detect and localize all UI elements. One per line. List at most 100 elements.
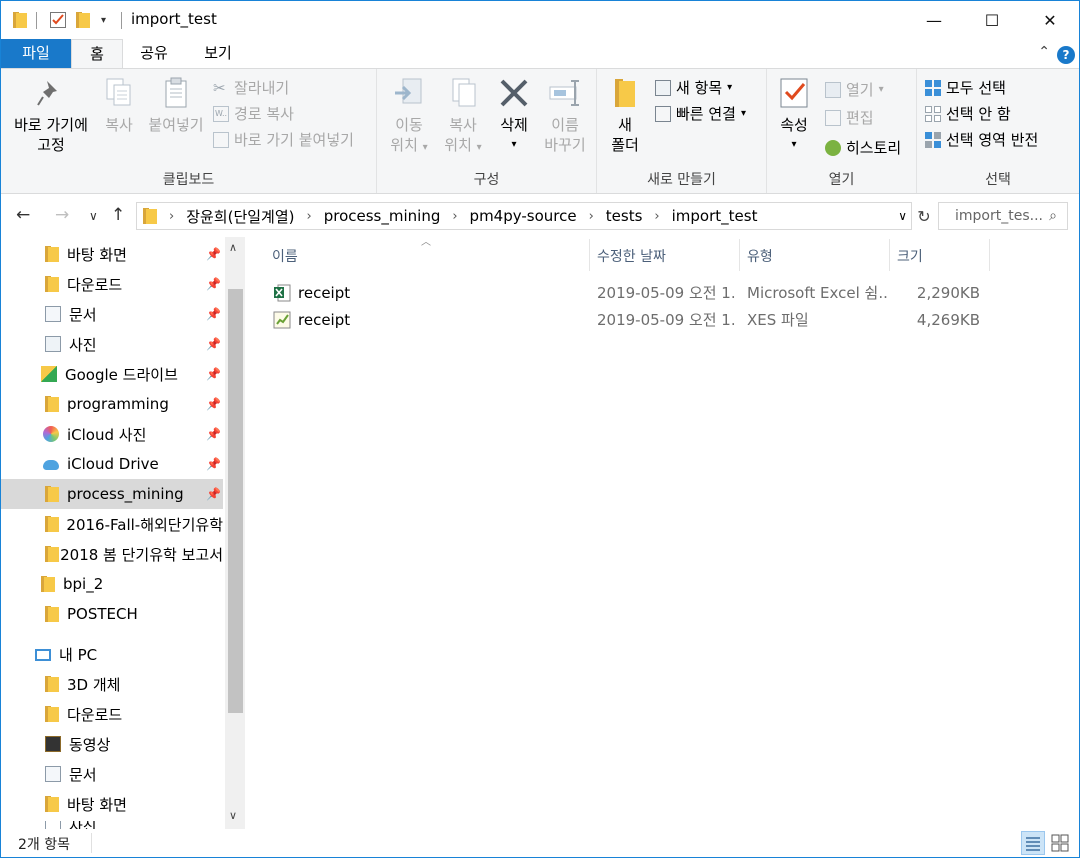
nav-item-postech[interactable]: POSTECH (1, 599, 223, 629)
file-row[interactable]: receipt 2019-05-09 오전 1... Microsoft Exc… (263, 280, 993, 307)
nav-item-pc-pictures[interactable]: 사진 (1, 821, 223, 829)
nav-item-pictures[interactable]: 사진 (1, 329, 223, 359)
pin-icon[interactable]: 📌 (206, 337, 221, 351)
nav-item-desktop[interactable]: 바탕 화면 (1, 239, 223, 269)
collapse-ribbon-icon[interactable]: ⌃ (1038, 44, 1050, 60)
new-group: 새 폴더 새 항목 ▾ 빠른 연결 ▾ 새로 만들기 (597, 69, 767, 193)
pin-icon[interactable]: 📌 (206, 277, 221, 291)
help-icon[interactable]: ? (1057, 46, 1075, 64)
nav-item-icloud-photos[interactable]: iCloud 사진 (1, 419, 223, 449)
nav-item-bpi-2[interactable]: bpi_2 (1, 569, 223, 599)
address-bar[interactable]: › 장윤희(단일계열) › process_mining › pm4py-sou… (136, 202, 912, 230)
chevron-right-icon[interactable]: › (654, 209, 659, 224)
refresh-icon[interactable]: ↻ (913, 202, 935, 230)
pin-icon[interactable]: 📌 (206, 367, 221, 381)
copy-path-button[interactable]: W.. 경로 복사 (213, 103, 294, 125)
computer-icon (35, 649, 51, 661)
pin-icon[interactable]: 📌 (206, 487, 221, 501)
pin-icon[interactable]: 📌 (206, 427, 221, 441)
nav-item-programming[interactable]: programming (1, 389, 223, 419)
new-folder-button[interactable]: 새 폴더 (603, 75, 647, 155)
tab-share[interactable]: 공유 (125, 39, 183, 68)
new-item-button[interactable]: 새 항목 ▾ (655, 77, 732, 99)
title-bar: ▾ import_test — ☐ ✕ (1, 1, 1079, 39)
pin-icon[interactable]: 📌 (206, 457, 221, 471)
scroll-up-icon[interactable]: ∧ (229, 241, 237, 254)
copy-to-button[interactable]: 복사 위치 ▾ (435, 75, 491, 158)
delete-button[interactable]: 삭제 ▾ (491, 75, 537, 155)
address-dropdown-icon[interactable]: ∨ (898, 209, 907, 223)
chevron-right-icon[interactable]: › (589, 209, 594, 224)
select-all-button[interactable]: 모두 선택 (925, 77, 1006, 99)
rename-button[interactable]: 이름 바꾸기 (539, 75, 591, 155)
invert-selection-button[interactable]: 선택 영역 반전 (925, 129, 1038, 151)
close-button[interactable]: ✕ (1021, 1, 1079, 39)
nav-item-pc-desktop[interactable]: 바탕 화면 (1, 789, 223, 819)
properties-qat-icon[interactable] (49, 10, 67, 30)
new-folder-qat-icon[interactable] (76, 10, 90, 30)
column-header-type[interactable]: 유형 (747, 241, 773, 271)
paste-shortcut-icon (213, 132, 229, 148)
nav-item-documents[interactable]: 문서 (1, 299, 223, 329)
pin-quick-access-button[interactable]: 바로 가기에 고정 (7, 75, 95, 155)
chevron-right-icon[interactable]: › (169, 209, 174, 224)
large-icons-view-icon (1051, 834, 1069, 852)
details-view-button[interactable] (1021, 831, 1045, 855)
nav-item-downloads[interactable]: 다운로드 (1, 269, 223, 299)
copy-icon (106, 78, 131, 106)
breadcrumb-item[interactable]: import_test (672, 207, 758, 225)
large-icons-view-button[interactable] (1048, 831, 1072, 855)
copy-button[interactable]: 복사 (97, 75, 141, 135)
tab-home[interactable]: 홈 (71, 39, 123, 69)
nav-item-process-mining[interactable]: process_mining (1, 479, 223, 509)
easy-access-button[interactable]: 빠른 연결 ▾ (655, 103, 746, 125)
chevron-right-icon[interactable]: › (452, 209, 457, 224)
edit-button[interactable]: 편집 (825, 107, 874, 129)
cut-button[interactable]: ✂ 잘라내기 (213, 77, 289, 99)
minimize-button[interactable]: — (905, 1, 963, 39)
nav-item-this-pc[interactable]: 내 PC (1, 639, 223, 669)
nav-item-2018-spring[interactable]: 2018 봄 단기유학 보고서 (1, 539, 223, 569)
column-header-size[interactable]: 크기 (897, 241, 923, 271)
breadcrumb-item[interactable]: process_mining (324, 207, 441, 225)
open-button[interactable]: 열기 ▾ (825, 79, 884, 101)
tab-view[interactable]: 보기 (185, 39, 251, 68)
nav-item-google-drive[interactable]: Google 드라이브 (1, 359, 223, 389)
pin-icon[interactable]: 📌 (206, 397, 221, 411)
tab-file[interactable]: 파일 (1, 39, 71, 68)
column-header-modified[interactable]: 수정한 날짜 (597, 241, 666, 271)
recent-locations-icon[interactable]: ∨ (89, 209, 98, 223)
maximize-button[interactable]: ☐ (963, 1, 1021, 39)
pin-icon[interactable]: 📌 (206, 247, 221, 261)
history-button[interactable]: 히스토리 (825, 137, 901, 159)
file-row[interactable]: receipt 2019-05-09 오전 1... XES 파일 4,269K… (263, 307, 993, 334)
open-group: 속성 ▾ 열기 ▾ 편집 히스토리 열기 (767, 69, 917, 193)
paste-shortcut-button[interactable]: 바로 가기 붙여넣기 (213, 129, 354, 151)
chevron-right-icon[interactable]: › (307, 209, 312, 224)
nav-item-2016-fall[interactable]: 2016-Fall-해외단기유학 (1, 509, 223, 539)
nav-scrollbar-thumb[interactable] (228, 289, 243, 713)
scroll-down-icon[interactable]: ∨ (229, 809, 237, 822)
search-box[interactable]: import_tes... ⌕ (938, 202, 1068, 230)
rename-icon (549, 80, 579, 106)
qat-dropdown-icon[interactable]: ▾ (101, 10, 106, 30)
clipboard-group: 바로 가기에 고정 복사 붙여넣기 ✂ 잘라내기 W.. 경로 복사 바로 가기 붙… (1, 69, 377, 193)
nav-item-videos[interactable]: 동영상 (1, 729, 223, 759)
select-none-icon (925, 106, 941, 122)
up-arrow-icon[interactable]: ↑ (111, 205, 125, 225)
move-to-button[interactable]: 이동 위치 ▾ (381, 75, 437, 158)
paste-button[interactable]: 붙여넣기 (143, 75, 209, 135)
select-none-button[interactable]: 선택 안 함 (925, 103, 1011, 125)
breadcrumb-item[interactable]: tests (606, 207, 643, 225)
column-header-name[interactable]: 이름 (272, 241, 298, 271)
nav-item-pc-downloads[interactable]: 다운로드 (1, 699, 223, 729)
nav-item-icloud-drive[interactable]: iCloud Drive (1, 449, 223, 479)
pin-icon[interactable]: 📌 (206, 307, 221, 321)
nav-item-pc-documents[interactable]: 문서 (1, 759, 223, 789)
back-arrow-icon[interactable]: ← (16, 205, 30, 225)
breadcrumb-item[interactable]: pm4py-source (470, 207, 577, 225)
properties-button[interactable]: 속성 ▾ (773, 75, 815, 155)
nav-item-3d-objects[interactable]: 3D 개체 (1, 669, 223, 699)
forward-arrow-icon[interactable]: → (55, 205, 69, 225)
breadcrumb-item[interactable]: 장윤희(단일계열) (186, 206, 294, 227)
